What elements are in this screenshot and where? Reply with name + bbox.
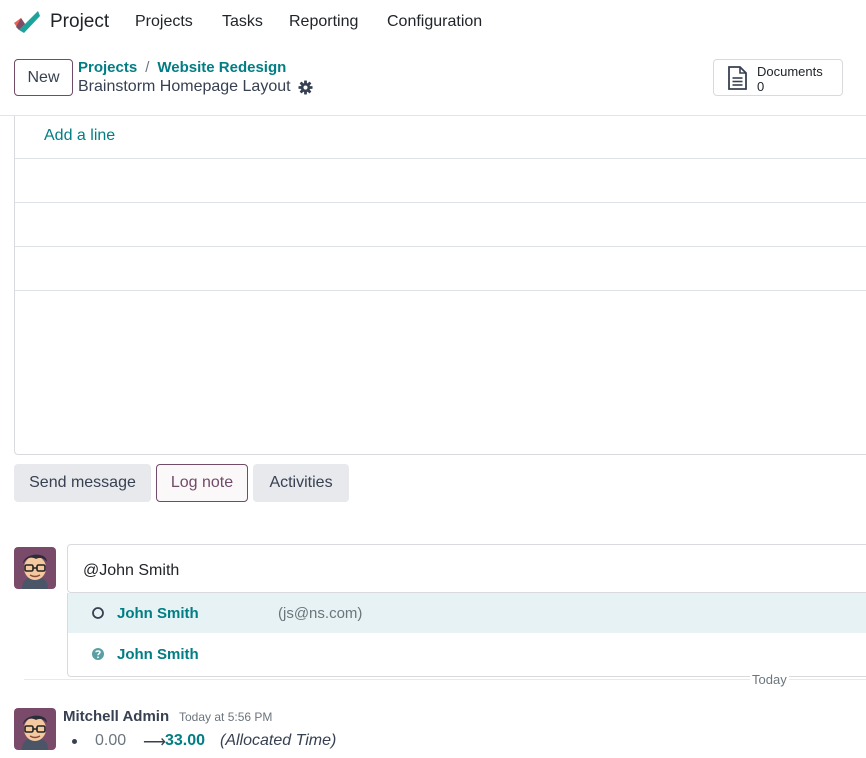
composer-text[interactable]: @John Smith	[83, 562, 179, 580]
form-sheet: Add a line	[14, 116, 866, 455]
documents-button[interactable]: Documents 0	[713, 59, 843, 96]
documents-count: 0	[757, 79, 765, 94]
app-name[interactable]: Project	[50, 11, 109, 33]
record-title: Brainstorm Homepage Layout	[78, 78, 313, 96]
avatar	[14, 708, 56, 750]
circle-outline-icon	[92, 607, 104, 619]
document-icon	[728, 66, 747, 90]
question-circle-icon	[92, 648, 104, 660]
tracking-field-name: (Allocated Time)	[220, 732, 337, 749]
add-line-link[interactable]: Add a line	[44, 127, 115, 145]
mention-suggestions: John Smith (js@ns.com) John Smith	[67, 593, 866, 677]
table-row	[15, 290, 866, 291]
breadcrumb: Projects / Website Redesign	[78, 59, 286, 76]
tracking-old-value: 0.00	[95, 732, 127, 749]
user-avatar-icon	[14, 547, 56, 589]
composer-input[interactable]: @John Smith	[67, 544, 866, 593]
message-author[interactable]: Mitchell Admin	[63, 708, 169, 725]
table-row	[15, 202, 866, 203]
send-message-button[interactable]: Send message	[14, 464, 151, 502]
activities-button[interactable]: Activities	[253, 464, 349, 502]
suggestion-item[interactable]: John Smith (js@ns.com)	[68, 593, 866, 633]
top-navbar: Project Projects Tasks Reporting Configu…	[0, 0, 866, 44]
menu-projects[interactable]: Projects	[135, 13, 193, 31]
date-separator-line	[24, 679, 866, 680]
documents-label: Documents	[757, 64, 823, 79]
date-separator: Today	[750, 672, 789, 687]
table-row	[15, 246, 866, 247]
tracking-bullet	[72, 739, 77, 744]
record-title-text: Brainstorm Homepage Layout	[78, 78, 291, 95]
menu-reporting[interactable]: Reporting	[289, 13, 358, 31]
tracking-new-value: 33.00	[165, 732, 206, 749]
suggestion-email: (js@ns.com)	[278, 605, 363, 622]
user-avatar-icon	[14, 708, 56, 750]
new-button[interactable]: New	[14, 59, 73, 96]
breadcrumb-website-redesign[interactable]: Website Redesign	[157, 59, 286, 76]
table-row	[15, 158, 866, 159]
log-note-button[interactable]: Log note	[156, 464, 248, 502]
arrow-right-icon: ⟶	[143, 734, 166, 751]
suggestion-name: John Smith	[117, 646, 199, 663]
gear-icon[interactable]	[298, 79, 313, 95]
breadcrumb-projects[interactable]: Projects	[78, 59, 137, 76]
breadcrumb-separator: /	[145, 59, 150, 76]
message-date: Today at 5:56 PM	[179, 710, 273, 724]
menu-tasks[interactable]: Tasks	[222, 13, 263, 31]
project-logo-icon[interactable]	[12, 9, 40, 35]
avatar	[14, 547, 56, 589]
suggestion-item[interactable]: John Smith	[68, 634, 866, 674]
suggestion-name: John Smith	[117, 605, 199, 622]
menu-configuration[interactable]: Configuration	[387, 13, 482, 31]
